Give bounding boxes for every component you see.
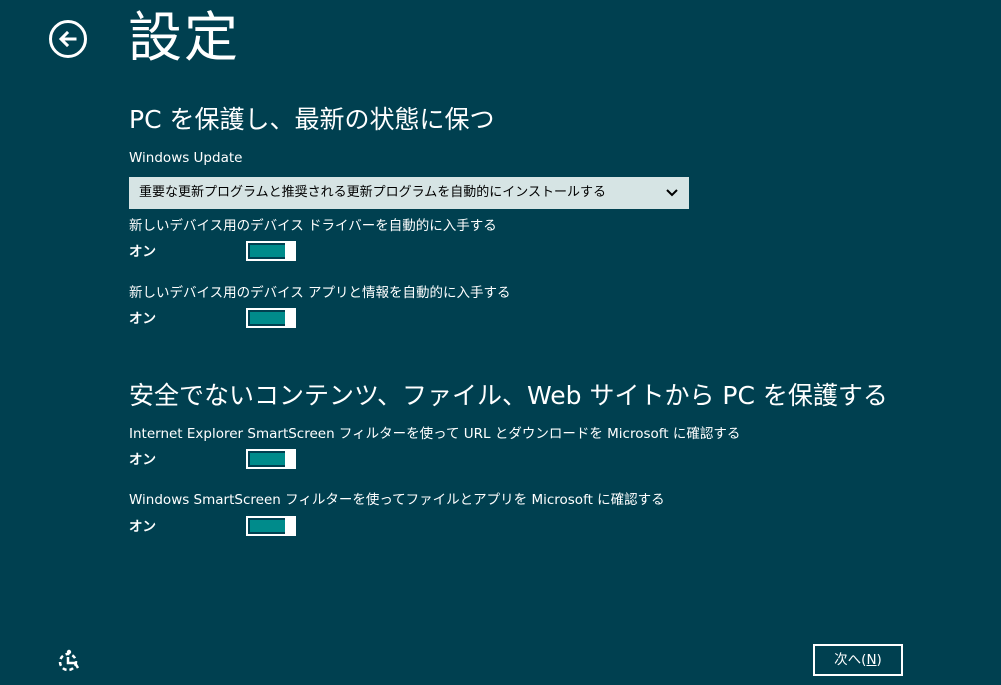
toggle-fill [250, 520, 285, 532]
toggle-fill [250, 245, 285, 257]
toggle-thumb [285, 449, 296, 469]
ease-of-access-icon[interactable] [56, 647, 84, 675]
windows-update-label: Windows Update [129, 150, 243, 166]
section-heading-smartscreen: 安全でないコンテンツ、ファイル、Web サイトから PC を保護する [129, 381, 888, 410]
toggle-thumb [285, 516, 296, 536]
apps-toggle[interactable] [246, 308, 296, 328]
toggle-thumb [285, 308, 296, 328]
back-button[interactable] [49, 20, 87, 58]
win-smartscreen-label: Windows SmartScreen フィルターを使ってファイルとアプリを M… [129, 492, 665, 508]
win-smartscreen-toggle[interactable] [246, 516, 296, 536]
apps-toggle-label: 新しいデバイス用のデバイス アプリと情報を自動的に入手する [129, 285, 511, 301]
apps-toggle-state: オン [129, 311, 156, 327]
windows-update-selected-value: 重要な更新プログラムと推奨される更新プログラムを自動的にインストールする [139, 185, 606, 200]
windows-update-select[interactable]: 重要な更新プログラムと推奨される更新プログラムを自動的にインストールする [129, 177, 689, 209]
ie-smartscreen-toggle[interactable] [246, 449, 296, 469]
chevron-down-icon [665, 177, 679, 209]
back-arrow-icon [58, 30, 77, 48]
next-button-close: ) [876, 652, 882, 668]
toggle-thumb [285, 241, 296, 261]
ie-smartscreen-state: オン [129, 452, 156, 468]
toggle-fill [250, 453, 285, 465]
next-button-accelerator: N [866, 652, 877, 668]
section-heading-update: PC を保護し、最新の状態に保つ [129, 105, 495, 134]
next-button-label: 次へ( [834, 652, 867, 668]
next-button[interactable]: 次へ(N) [813, 644, 903, 676]
page-title: 設定 [128, 6, 240, 69]
driver-toggle[interactable] [246, 241, 296, 261]
driver-toggle-label: 新しいデバイス用のデバイス ドライバーを自動的に入手する [129, 218, 497, 234]
toggle-fill [250, 312, 285, 324]
ie-smartscreen-label: Internet Explorer SmartScreen フィルターを使って … [129, 426, 741, 442]
win-smartscreen-state: オン [129, 519, 156, 535]
driver-toggle-state: オン [129, 244, 156, 260]
